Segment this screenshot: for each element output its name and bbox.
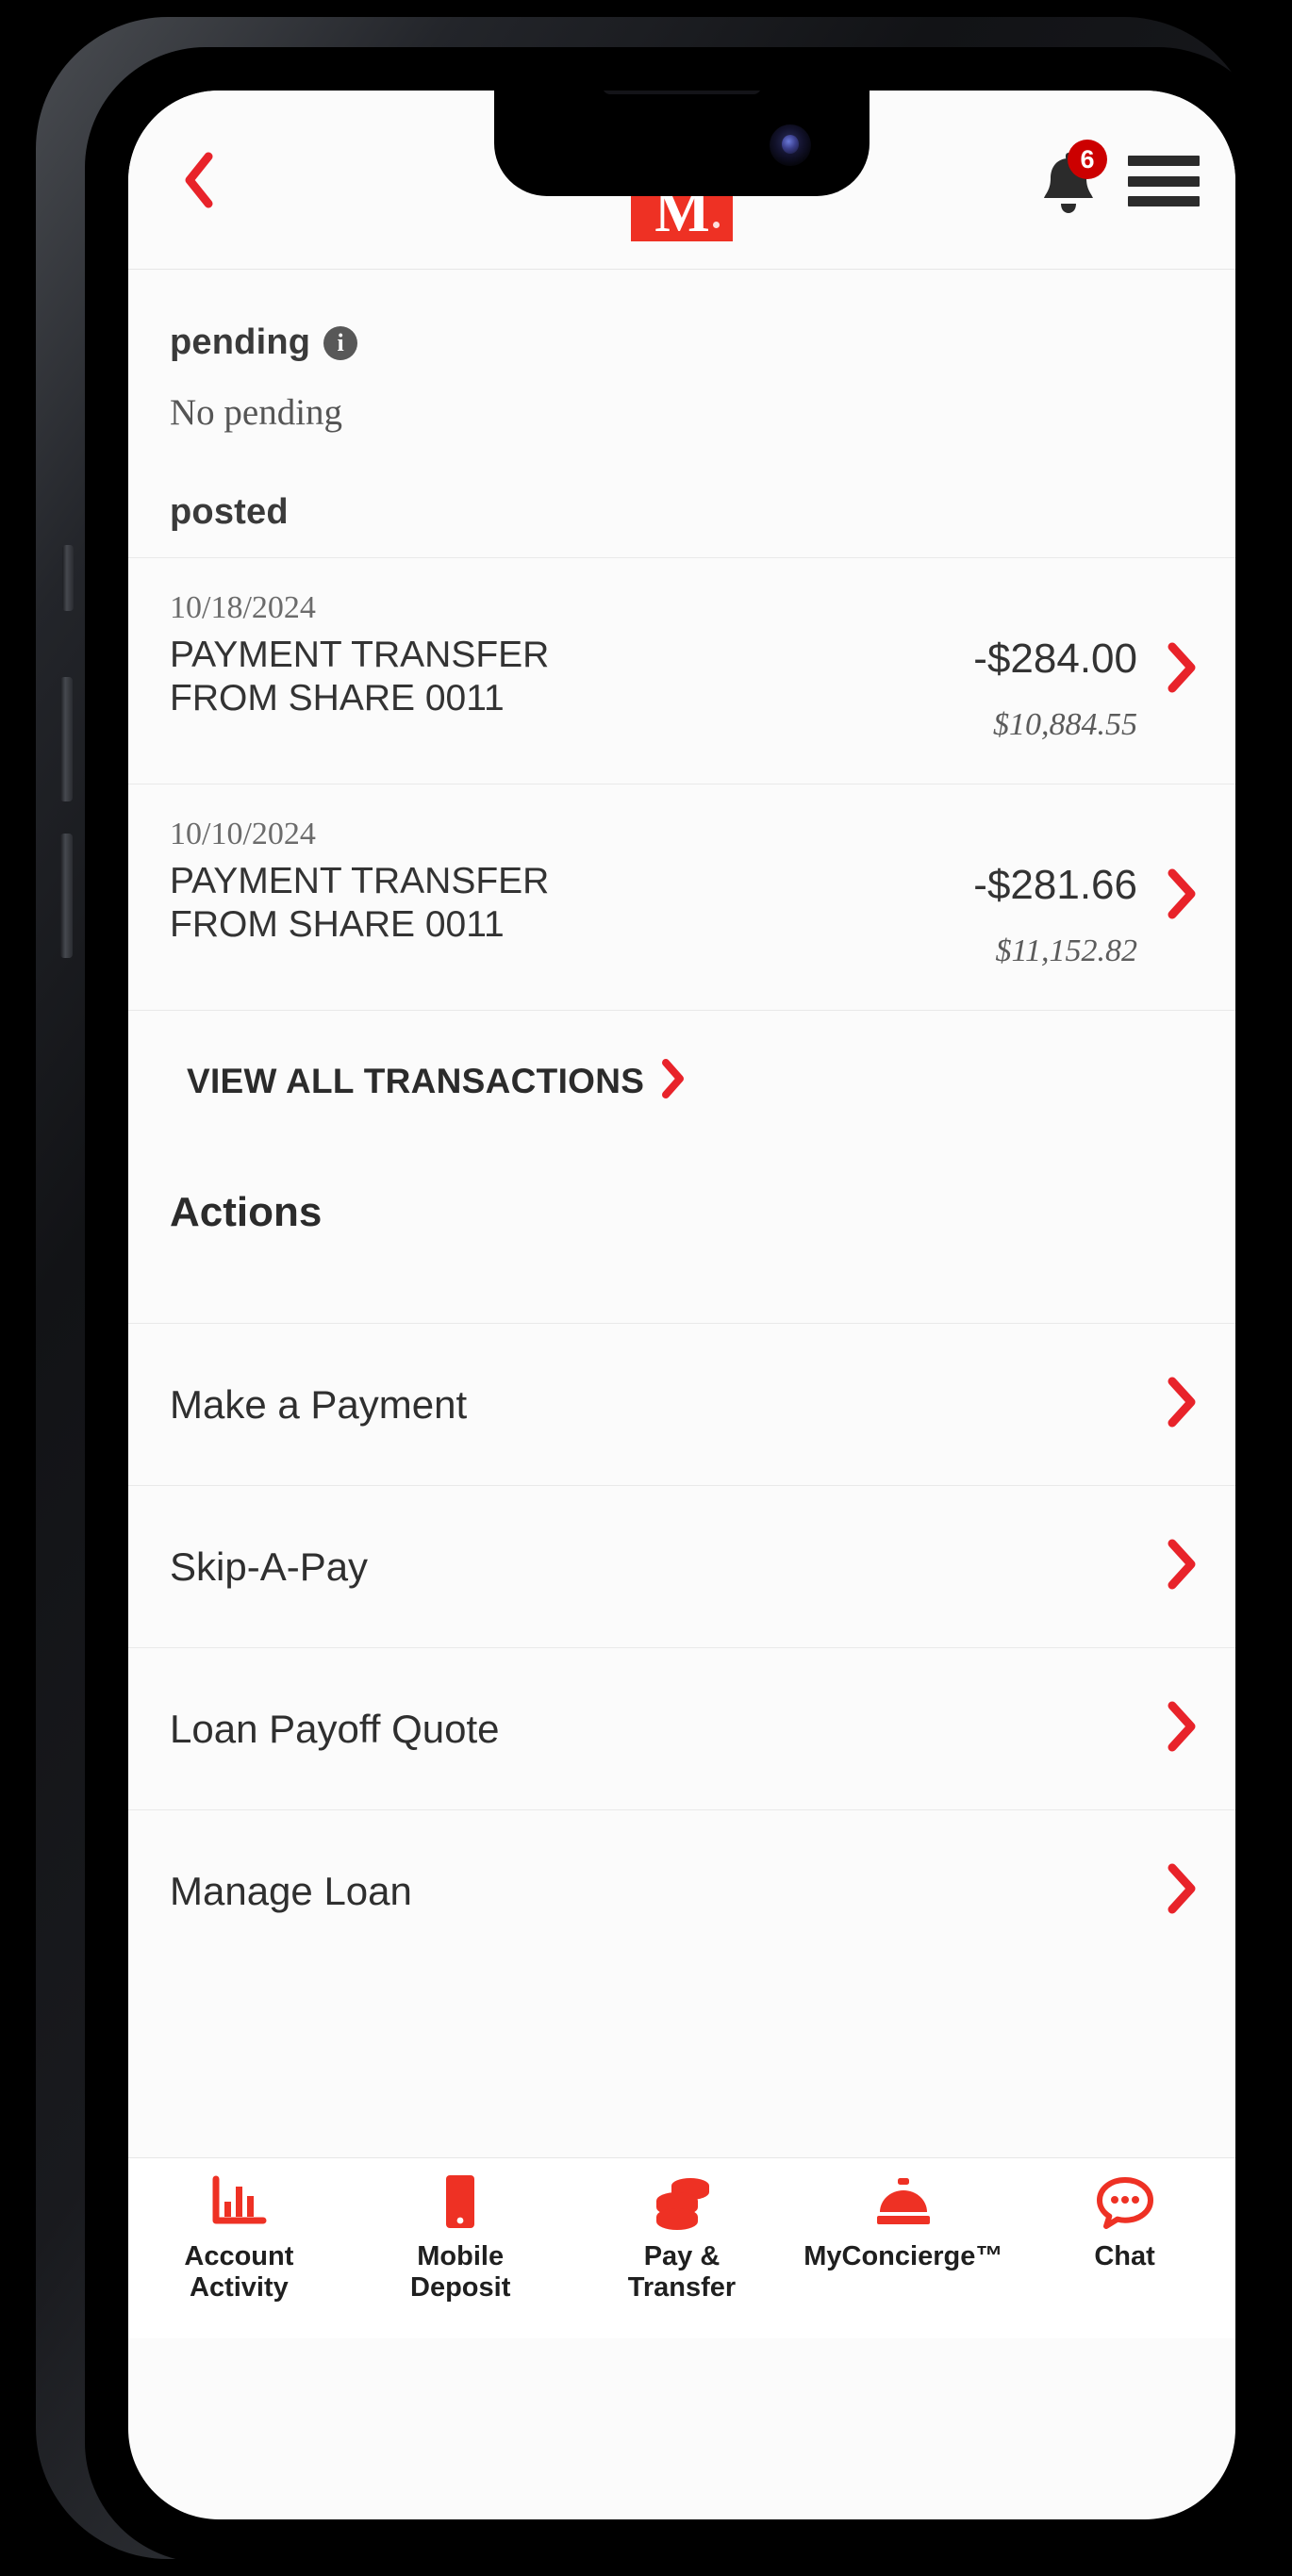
bar-chart-icon <box>209 2173 268 2232</box>
registered-dot-icon <box>713 222 720 228</box>
transaction-values: -$281.66 $11,152.82 <box>902 817 1201 969</box>
transaction-balance: $10,884.55 <box>993 707 1137 742</box>
chevron-right-icon <box>1162 1862 1201 1920</box>
actions-heading: Actions <box>170 1189 323 1235</box>
nav-item-myconcierge[interactable]: MyConcierge™ <box>792 2173 1014 2272</box>
transaction-amount: -$284.00 <box>973 636 1137 682</box>
view-all-transactions-label: VIEW ALL TRANSACTIONS <box>187 1061 645 1100</box>
phone-screen: M 6 pending i No pending posted 10/18/20… <box>128 91 1235 2519</box>
chat-bubble-icon <box>1096 2173 1154 2232</box>
phone-notch <box>494 91 870 196</box>
transaction-date: 10/18/2024 <box>170 590 316 625</box>
action-label: Manage Loan <box>170 1868 412 1913</box>
action-label: Skip-A-Pay <box>170 1544 369 1589</box>
action-label: Loan Payoff Quote <box>170 1706 500 1751</box>
volume-down-button[interactable] <box>60 834 73 958</box>
mute-switch[interactable] <box>62 545 74 611</box>
earpiece-speaker <box>603 91 761 94</box>
service-bell-icon <box>872 2173 935 2232</box>
front-camera <box>770 124 811 166</box>
back-button[interactable] <box>166 147 232 213</box>
notifications-button[interactable]: 6 <box>1035 140 1107 217</box>
hamburger-menu-icon[interactable] <box>1128 152 1200 210</box>
transaction-info: 10/10/2024 PAYMENT TRANSFER FROM SHARE 0… <box>170 817 902 947</box>
transaction-description: PAYMENT TRANSFER FROM SHARE 0011 <box>170 635 550 719</box>
transaction-description: PAYMENT TRANSFER FROM SHARE 0011 <box>170 861 550 946</box>
action-row-loan-payoff-quote[interactable]: Loan Payoff Quote <box>128 1647 1235 1809</box>
volume-up-button[interactable] <box>60 677 73 801</box>
info-icon[interactable]: i <box>323 325 358 360</box>
header-actions: 6 <box>1035 140 1200 217</box>
phone-frame: M 6 pending i No pending posted 10/18/20… <box>36 17 1279 2563</box>
pending-section: pending i No pending <box>128 270 1235 434</box>
account-detail-content: pending i No pending posted 10/18/2024 P… <box>128 270 1235 2338</box>
actions-spacer <box>128 1236 1235 1323</box>
nav-label: Chat <box>1094 2241 1155 2271</box>
action-row-skip-a-pay[interactable]: Skip-A-Pay <box>128 1485 1235 1647</box>
menu-line <box>1128 175 1200 187</box>
chevron-right-icon <box>1162 1376 1201 1433</box>
coins-stack-icon <box>651 2173 713 2232</box>
table-row[interactable]: 10/18/2024 PAYMENT TRANSFER FROM SHARE 0… <box>128 557 1235 784</box>
nav-item-mobile-deposit[interactable]: Mobile Deposit <box>350 2173 571 2304</box>
view-all-transactions-button[interactable]: VIEW ALL TRANSACTIONS <box>128 1010 1235 1149</box>
nav-label: MyConcierge™ <box>803 2241 1003 2271</box>
chevron-right-icon <box>657 1058 687 1104</box>
chevron-right-icon[interactable] <box>1162 636 1201 699</box>
posted-title: posted <box>170 492 289 532</box>
nav-item-pay-and-transfer[interactable]: Pay & Transfer <box>571 2173 793 2304</box>
mobile-phone-icon <box>439 2173 482 2232</box>
transaction-date: 10/10/2024 <box>170 817 316 851</box>
menu-line <box>1128 156 1200 166</box>
table-row[interactable]: 10/10/2024 PAYMENT TRANSFER FROM SHARE 0… <box>128 784 1235 1010</box>
transaction-values: -$284.00 $10,884.55 <box>902 590 1201 743</box>
action-row-manage-loan[interactable]: Manage Loan <box>128 1809 1235 1972</box>
nav-item-chat[interactable]: Chat <box>1014 2173 1235 2272</box>
transaction-balance: $11,152.82 <box>995 933 1137 968</box>
menu-line <box>1128 196 1200 206</box>
chevron-left-icon <box>180 151 218 209</box>
nav-label: Account Activity <box>184 2241 294 2304</box>
pending-title-row: pending i <box>170 322 1194 363</box>
nav-label: Pay & Transfer <box>627 2241 737 2304</box>
transaction-amount: -$281.66 <box>973 862 1137 908</box>
pending-title: pending <box>170 322 311 362</box>
action-row-make-a-payment[interactable]: Make a Payment <box>128 1323 1235 1485</box>
chevron-right-icon <box>1162 1700 1201 1758</box>
nav-item-account-activity[interactable]: Account Activity <box>128 2173 350 2304</box>
chevron-right-icon <box>1162 1538 1201 1595</box>
no-pending-text: No pending <box>170 392 343 433</box>
chevron-right-icon[interactable] <box>1162 862 1201 925</box>
notification-badge: 6 <box>1068 140 1107 179</box>
bottom-navigation-bar: Account Activity Mobile Deposit Pay & Tr… <box>128 2157 1235 2338</box>
action-label: Make a Payment <box>170 1381 468 1427</box>
posted-section-header: posted <box>128 434 1235 557</box>
nav-label: Mobile Deposit <box>410 2241 511 2304</box>
transaction-info: 10/18/2024 PAYMENT TRANSFER FROM SHARE 0… <box>170 590 902 720</box>
